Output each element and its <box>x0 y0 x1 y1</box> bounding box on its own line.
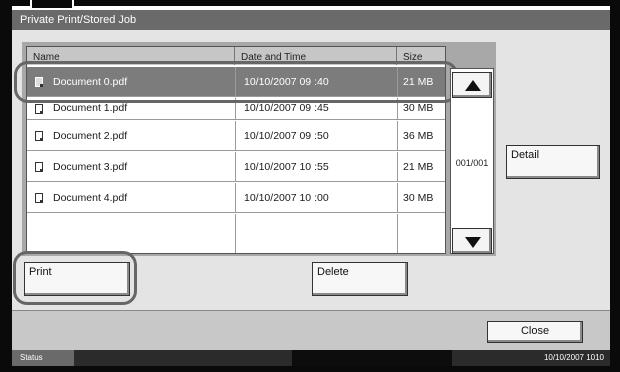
empty-cell <box>397 214 445 253</box>
status-datetime: 10/10/2007 1010 <box>543 353 604 362</box>
top-tab <box>30 0 74 10</box>
file-name: Document 2.pdf <box>53 130 128 142</box>
page-counter: 001/001 <box>455 158 489 168</box>
table-row[interactable]: Document 4.pdf 10/10/2007 10 :00 30 MB <box>27 183 445 213</box>
file-name: Document 3.pdf <box>53 161 128 173</box>
file-date: 10/10/2007 10 :55 <box>235 152 397 181</box>
status-bar: Status 10/10/2007 1010 <box>12 350 610 366</box>
bezel-right <box>610 0 620 372</box>
screen: Private Print/Stored Job Name Date and T… <box>0 0 620 372</box>
file-date: 10/10/2007 09 :50 <box>235 121 397 150</box>
file-name: Document 4.pdf <box>53 192 128 204</box>
table-row[interactable]: Document 3.pdf 10/10/2007 10 :55 21 MB <box>27 152 445 182</box>
status-message-area <box>292 350 452 366</box>
triangle-down-icon <box>465 237 481 248</box>
print-highlight <box>13 251 137 305</box>
file-date: 10/10/2007 10 :00 <box>235 183 397 212</box>
file-size: 21 MB <box>397 152 445 181</box>
scroll-down-button[interactable] <box>452 228 492 254</box>
file-size: 36 MB <box>397 121 445 150</box>
bezel-bottom <box>0 366 620 372</box>
empty-cell <box>235 214 397 253</box>
bezel-left <box>0 0 12 372</box>
scroll-up-button[interactable] <box>452 72 492 98</box>
window-title: Private Print/Stored Job <box>12 10 610 30</box>
close-button[interactable]: Close <box>487 321 583 343</box>
table-row-empty <box>27 214 445 253</box>
selection-highlight <box>14 61 458 103</box>
delete-button[interactable]: Delete <box>312 262 408 296</box>
detail-button[interactable]: Detail <box>506 145 600 179</box>
table-row[interactable]: Document 2.pdf 10/10/2007 09 :50 36 MB <box>27 121 445 151</box>
bezel-top <box>0 0 620 6</box>
status-button[interactable]: Status <box>12 350 74 366</box>
file-size: 30 MB <box>397 183 445 212</box>
triangle-up-icon <box>465 80 481 91</box>
